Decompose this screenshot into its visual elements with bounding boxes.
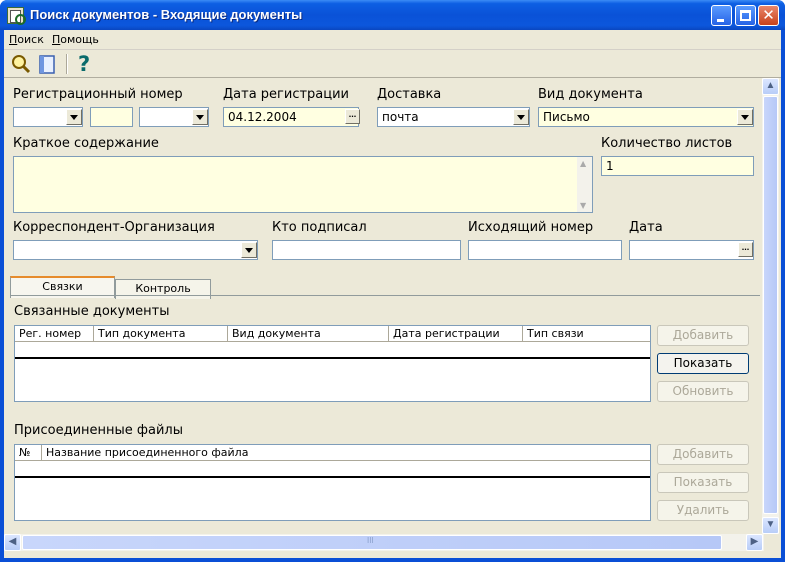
summary-textarea[interactable]: ▲ ▼ [13,156,593,213]
reg-date-label: Дата регистрации [223,87,350,102]
linked-docs-title: Связанные документы [14,304,170,319]
chevron-down-icon[interactable] [192,109,208,125]
attached-files-add-button[interactable]: Добавить [657,444,749,465]
grid-column-header[interactable]: Тип связи [523,326,650,342]
grid-column-header[interactable]: Дата регистрации [389,326,523,342]
app-icon [7,7,26,25]
client-area: Поиск Помощь ? Регистрационный номер Дат… [4,30,781,558]
reg-number-label: Регистрационный номер [13,87,183,102]
new-document-button[interactable] [36,53,58,75]
reg-number-input[interactable] [90,107,133,127]
menu-help[interactable]: Помощь [52,33,99,46]
close-button[interactable]: ✕ [758,5,779,26]
correspondent-combo[interactable] [13,240,258,260]
help-button[interactable]: ? [74,52,96,76]
help-icon: ? [78,52,91,76]
grid-column-header[interactable]: № [15,445,42,461]
maximize-icon [740,10,751,21]
signed-by-label: Кто подписал [272,220,367,235]
app-window: Поиск документов - Входящие документы ✕ … [0,0,785,562]
linked-docs-refresh-button[interactable]: Обновить [657,381,749,402]
menu-search[interactable]: Поиск [9,33,44,46]
correspondent-label: Корреспондент-Организация [13,220,215,235]
menu-bar: Поиск Помощь [4,30,781,50]
size-grip[interactable] [764,534,781,551]
chevron-down-icon[interactable] [513,109,529,125]
close-icon: ✕ [762,7,775,24]
toolbar-separator [66,54,68,74]
doc-kind-label: Вид документа [538,87,643,102]
minimize-icon [717,19,724,22]
vertical-scrollbar[interactable]: ▲ ▼ [762,78,779,534]
table-row[interactable] [15,462,650,478]
search-button[interactable] [10,53,32,75]
search-icon [12,55,31,74]
summary-scrollbar[interactable]: ▲ ▼ [577,157,592,212]
title-bar[interactable]: Поиск документов - Входящие документы ✕ [0,0,785,30]
grid-column-header[interactable]: Название присоединенного файла [42,445,650,461]
date-label: Дата [629,220,663,235]
scroll-down-icon[interactable]: ▼ [580,201,586,210]
date-picker-button[interactable]: ... [738,242,753,257]
window-title: Поиск документов - Входящие документы [30,7,303,22]
chevron-down-icon[interactable] [241,242,257,258]
linked-docs-grid[interactable]: Рег. номер Тип документа Вид документа Д… [14,325,651,402]
document-icon [39,55,55,74]
delivery-combo[interactable]: почта [377,107,530,127]
maximize-button[interactable] [735,5,756,26]
summary-label: Краткое содержание [13,136,159,151]
linked-docs-show-button[interactable]: Показать [657,353,749,374]
scroll-up-icon[interactable]: ▲ [580,159,586,168]
date-input[interactable] [629,240,754,260]
outgoing-number-label: Исходящий номер [468,220,594,235]
minimize-button[interactable] [711,5,732,26]
reg-date-input[interactable]: 04.12.2004 [223,107,359,127]
scroll-right-icon[interactable]: ▶ [746,534,763,551]
attached-files-title: Присоединенные файлы [14,423,184,438]
chevron-down-icon[interactable] [66,109,82,125]
attached-files-grid[interactable]: № Название присоединенного файла [14,444,651,521]
attached-files-delete-button[interactable]: Удалить [657,500,749,521]
table-row[interactable] [15,343,650,359]
sheets-input[interactable]: 1 [601,156,754,176]
doc-kind-combo[interactable]: Письмо [538,107,754,127]
attached-files-show-button[interactable]: Показать [657,472,749,493]
reg-date-picker-button[interactable]: ... [345,109,360,124]
outgoing-number-input[interactable] [468,240,622,260]
horizontal-scrollbar[interactable]: ◀ III ▶ [4,534,781,551]
grid-header: Рег. номер Тип документа Вид документа Д… [15,326,650,342]
grid-column-header[interactable]: Тип документа [94,326,228,342]
sheets-label: Количество листов [601,136,733,151]
linked-docs-add-button[interactable]: Добавить [657,325,749,346]
vertical-scroll-thumb[interactable] [763,96,778,514]
scroll-grip: III [367,536,374,545]
toolbar: ? [4,51,781,78]
scroll-up-icon[interactable]: ▲ [762,78,779,95]
scroll-down-icon[interactable]: ▼ [762,517,779,534]
signed-by-input[interactable] [272,240,461,260]
chevron-down-icon[interactable] [737,109,753,125]
delivery-label: Доставка [377,87,442,102]
grid-header: № Название присоединенного файла [15,445,650,461]
horizontal-scroll-thumb[interactable]: III [22,535,722,550]
grid-column-header[interactable]: Рег. номер [15,326,94,342]
scroll-left-icon[interactable]: ◀ [4,534,21,551]
grid-column-header[interactable]: Вид документа [228,326,389,342]
